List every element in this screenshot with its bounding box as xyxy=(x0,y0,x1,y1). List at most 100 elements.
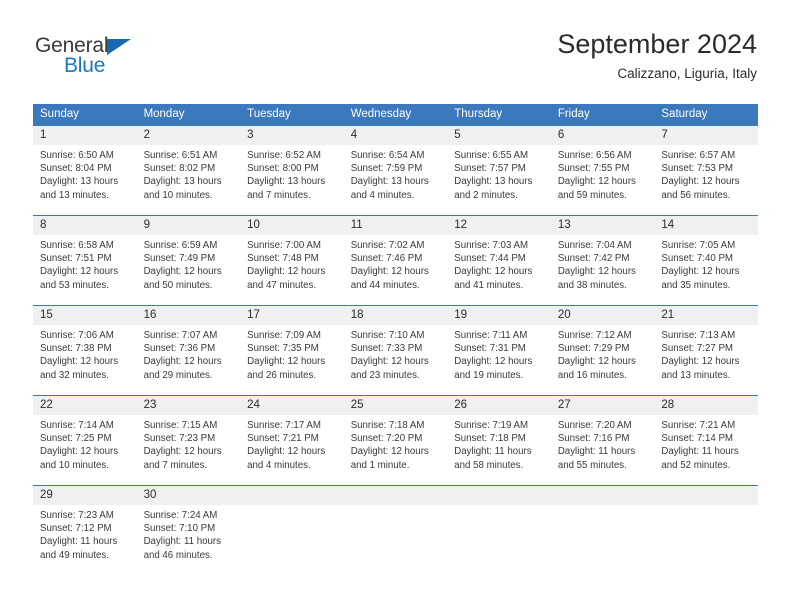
sunrise-text: Sunrise: 7:19 AM xyxy=(454,420,529,431)
daylight-text-line2: and 47 minutes. xyxy=(247,279,317,291)
sunrise-text: Sunrise: 6:59 AM xyxy=(143,240,218,251)
daylight-text-line1: Daylight: 12 hours xyxy=(40,356,119,368)
sunset-text: Sunset: 7:21 PM xyxy=(247,433,319,445)
daylight-text-line1: Daylight: 13 hours xyxy=(40,176,119,188)
day-cell[interactable]: 23 Sunrise: 7:15 AM Sunset: 7:23 PM Dayligh… xyxy=(136,395,241,486)
day-cell-empty xyxy=(550,485,655,575)
day-number: 23 xyxy=(136,396,241,415)
day-cell[interactable]: 15 Sunrise: 7:06 AM Sunset: 7:38 PM Dayligh… xyxy=(33,305,137,396)
day-details: Sunrise: 7:24 AM Sunset: 7:10 PM Daylight:… xyxy=(137,505,241,562)
day-cell[interactable]: 19 Sunrise: 7:11 AM Sunset: 7:31 PM Dayligh… xyxy=(447,305,551,396)
sunset-text: Sunset: 7:10 PM xyxy=(143,523,216,535)
day-number: 15 xyxy=(33,306,137,325)
daylight-text-line1: Daylight: 12 hours xyxy=(350,446,429,458)
day-cell[interactable]: 3 Sunrise: 6:52 AM Sunset: 8:00 PM Daylight… xyxy=(240,125,344,216)
sunset-text: Sunset: 7:23 PM xyxy=(143,433,216,445)
day-cell[interactable]: 16 Sunrise: 7:07 AM Sunset: 7:36 PM Dayligh… xyxy=(136,305,241,396)
day-cell[interactable]: 20 Sunrise: 7:12 AM Sunset: 7:29 PM Dayligh… xyxy=(550,305,655,396)
day-cell[interactable]: 13 Sunrise: 7:04 AM Sunset: 7:42 PM Dayligh… xyxy=(550,215,655,306)
daylight-text-line2: and 1 minute. xyxy=(350,459,410,471)
daylight-text-line2: and 58 minutes. xyxy=(454,459,524,471)
day-cell[interactable]: 28 Sunrise: 7:21 AM Sunset: 7:14 PM Dayligh… xyxy=(654,395,758,486)
daylight-text-line2: and 10 minutes. xyxy=(40,459,109,471)
daylight-text-line2: and 52 minutes. xyxy=(661,459,731,471)
sunrise-text: Sunrise: 6:57 AM xyxy=(661,150,736,161)
daylight-text-line2: and 16 minutes. xyxy=(557,369,627,381)
daylight-text-line1: Daylight: 13 hours xyxy=(454,176,533,188)
sunrise-text: Sunrise: 7:14 AM xyxy=(40,420,114,431)
sunset-text: Sunset: 7:20 PM xyxy=(350,433,423,445)
daylight-text-line1: Daylight: 12 hours xyxy=(661,176,740,188)
sunset-text: Sunset: 7:48 PM xyxy=(247,253,319,265)
sunset-text: Sunset: 8:02 PM xyxy=(143,163,216,175)
daylight-text-line2: and 19 minutes. xyxy=(454,369,524,381)
sunrise-text: Sunrise: 7:18 AM xyxy=(350,420,425,431)
day-cell[interactable]: 9 Sunrise: 6:59 AM Sunset: 7:49 PM Daylight… xyxy=(136,215,241,306)
sunset-text: Sunset: 7:59 PM xyxy=(350,163,423,175)
sunset-text: Sunset: 7:27 PM xyxy=(661,343,733,355)
sunset-text: Sunset: 7:38 PM xyxy=(40,343,112,355)
weekday-header-monday: Monday xyxy=(136,104,241,126)
day-cell[interactable]: 7 Sunrise: 6:57 AM Sunset: 7:53 PM Daylight… xyxy=(654,125,758,216)
daylight-text-line2: and 7 minutes. xyxy=(143,459,208,471)
daylight-text-line1: Daylight: 12 hours xyxy=(557,266,636,278)
day-cell[interactable]: 21 Sunrise: 7:13 AM Sunset: 7:27 PM Dayligh… xyxy=(654,305,758,396)
sunset-text: Sunset: 7:31 PM xyxy=(454,343,526,355)
day-cell[interactable]: 18 Sunrise: 7:10 AM Sunset: 7:33 PM Dayligh… xyxy=(343,305,448,396)
title-block: September 2024 Calizzano, Liguria, Italy xyxy=(557,28,757,84)
day-cell[interactable]: 24 Sunrise: 7:17 AM Sunset: 7:21 PM Dayligh… xyxy=(240,395,344,486)
day-cell[interactable]: 26 Sunrise: 7:19 AM Sunset: 7:18 PM Dayligh… xyxy=(447,395,551,486)
daylight-text-line2: and 29 minutes. xyxy=(143,369,213,381)
day-details: Sunrise: 7:18 AM Sunset: 7:20 PM Daylight:… xyxy=(344,415,448,472)
day-number xyxy=(447,486,551,505)
day-cell[interactable]: 29 Sunrise: 7:23 AM Sunset: 7:12 PM Dayligh… xyxy=(33,485,137,575)
sunrise-text: Sunrise: 7:09 AM xyxy=(247,330,321,341)
day-cell[interactable]: 22 Sunrise: 7:14 AM Sunset: 7:25 PM Dayligh… xyxy=(33,395,137,486)
generalblue-logo[interactable]: General Blue xyxy=(35,34,235,84)
day-number: 4 xyxy=(343,126,448,145)
sunrise-text: Sunrise: 7:17 AM xyxy=(247,420,321,431)
day-cell[interactable]: 11 Sunrise: 7:02 AM Sunset: 7:46 PM Dayligh… xyxy=(343,215,448,306)
day-cell[interactable]: 5 Sunrise: 6:55 AM Sunset: 7:57 PM Daylight… xyxy=(447,125,551,216)
daylight-text-line1: Daylight: 12 hours xyxy=(143,446,222,458)
day-details: Sunrise: 6:50 AM Sunset: 8:04 PM Daylight:… xyxy=(33,145,137,202)
day-number: 12 xyxy=(447,216,551,235)
daylight-text-line2: and 50 minutes. xyxy=(143,279,213,291)
day-cell[interactable]: 17 Sunrise: 7:09 AM Sunset: 7:35 PM Dayligh… xyxy=(240,305,344,396)
daylight-text-line1: Daylight: 12 hours xyxy=(557,176,636,188)
daylight-text-line1: Daylight: 11 hours xyxy=(557,446,636,458)
day-cell[interactable]: 12 Sunrise: 7:03 AM Sunset: 7:44 PM Dayligh… xyxy=(447,215,551,306)
daylight-text-line1: Daylight: 13 hours xyxy=(350,176,429,188)
weekday-header-wednesday: Wednesday xyxy=(343,104,448,126)
daylight-text-line2: and 38 minutes. xyxy=(557,279,627,291)
day-cell[interactable]: 10 Sunrise: 7:00 AM Sunset: 7:48 PM Dayligh… xyxy=(240,215,344,306)
day-details: Sunrise: 7:00 AM Sunset: 7:48 PM Daylight:… xyxy=(240,235,344,292)
calendar-body: 1 Sunrise: 6:50 AM Sunset: 8:04 PM Daylight… xyxy=(33,125,758,575)
daylight-text-line2: and 55 minutes. xyxy=(557,459,627,471)
day-number: 17 xyxy=(240,306,344,325)
calendar-week-row: 22 Sunrise: 7:14 AM Sunset: 7:25 PM Dayligh… xyxy=(33,395,758,486)
day-cell-empty xyxy=(343,485,448,575)
day-cell[interactable]: 4 Sunrise: 6:54 AM Sunset: 7:59 PM Daylight… xyxy=(343,125,448,216)
calendar-page: General Blue September 2024 Calizzano, L… xyxy=(0,0,792,612)
day-cell[interactable]: 14 Sunrise: 7:05 AM Sunset: 7:40 PM Dayligh… xyxy=(654,215,758,306)
daylight-text-line2: and 2 minutes. xyxy=(454,189,518,201)
day-details: Sunrise: 6:51 AM Sunset: 8:02 PM Daylight:… xyxy=(137,145,241,202)
day-cell[interactable]: 25 Sunrise: 7:18 AM Sunset: 7:20 PM Dayligh… xyxy=(343,395,448,486)
day-number: 10 xyxy=(240,216,344,235)
day-cell[interactable]: 2 Sunrise: 6:51 AM Sunset: 8:02 PM Daylight… xyxy=(136,125,241,216)
weekday-header-tuesday: Tuesday xyxy=(240,104,344,126)
sunrise-text: Sunrise: 7:13 AM xyxy=(661,330,736,341)
daylight-text-line2: and 59 minutes. xyxy=(557,189,627,201)
day-cell[interactable]: 1 Sunrise: 6:50 AM Sunset: 8:04 PM Daylight… xyxy=(33,125,137,216)
day-cell[interactable]: 27 Sunrise: 7:20 AM Sunset: 7:16 PM Dayligh… xyxy=(550,395,655,486)
day-details xyxy=(551,505,655,509)
daylight-text-line2: and 26 minutes. xyxy=(247,369,317,381)
logo-text-blue: Blue xyxy=(64,54,106,77)
day-details: Sunrise: 7:05 AM Sunset: 7:40 PM Daylight:… xyxy=(654,235,758,292)
day-cell[interactable]: 30 Sunrise: 7:24 AM Sunset: 7:10 PM Dayligh… xyxy=(136,485,241,575)
day-cell[interactable]: 6 Sunrise: 6:56 AM Sunset: 7:55 PM Daylight… xyxy=(550,125,655,216)
day-details: Sunrise: 7:10 AM Sunset: 7:33 PM Daylight:… xyxy=(344,325,448,382)
day-details: Sunrise: 6:56 AM Sunset: 7:55 PM Daylight:… xyxy=(551,145,655,202)
day-cell[interactable]: 8 Sunrise: 6:58 AM Sunset: 7:51 PM Daylight… xyxy=(33,215,137,306)
